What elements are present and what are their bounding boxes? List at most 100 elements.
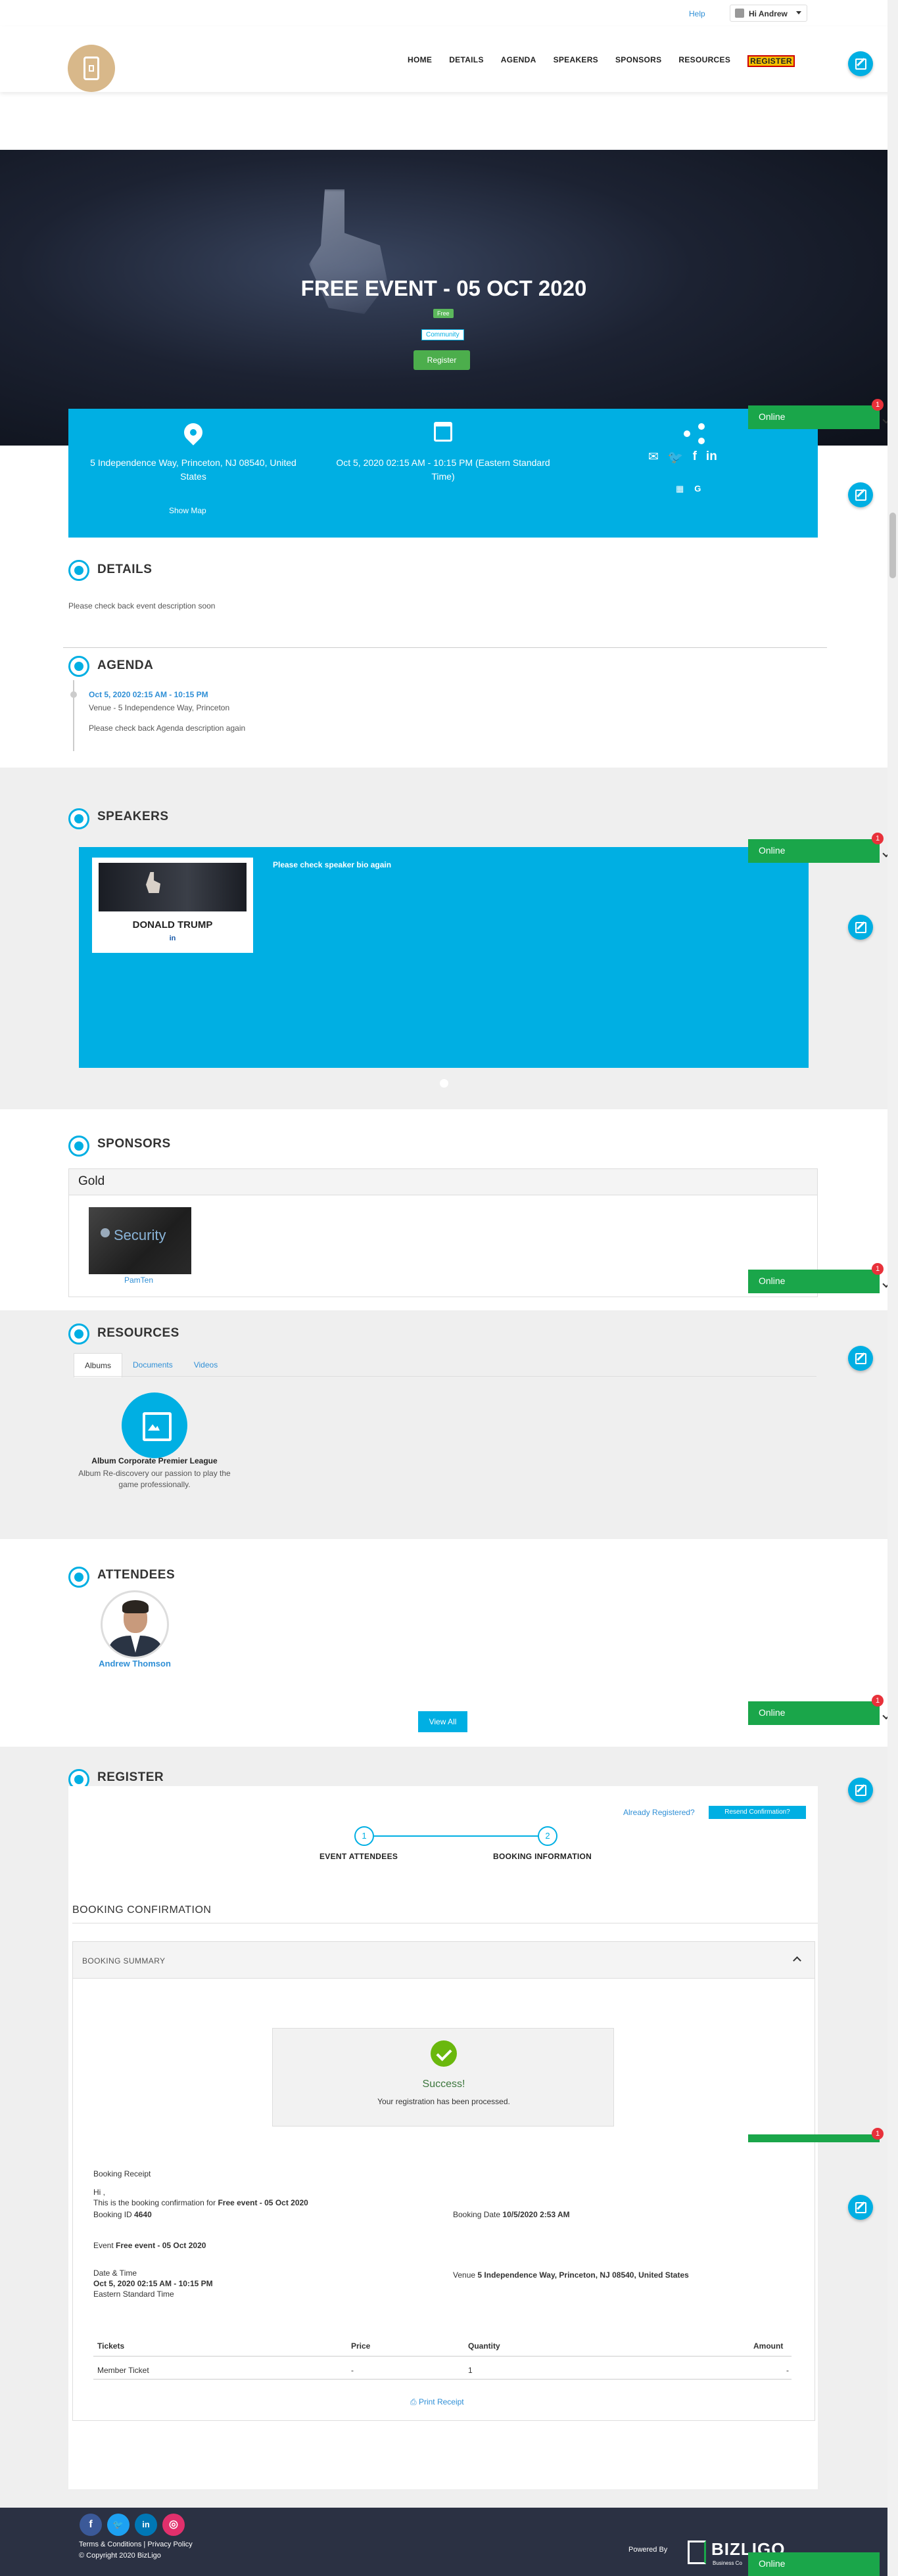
online-users-tab[interactable]: Online 1 (748, 399, 890, 429)
success-message-box: Success! Your registration has been proc… (272, 2028, 614, 2127)
online-users-tab[interactable]: Online (748, 2552, 880, 2576)
booking-id: Booking ID 4640 (93, 2210, 152, 2219)
instagram-icon[interactable]: ◎ (162, 2514, 185, 2536)
resend-confirmation-button[interactable]: Resend Confirmation? (709, 1806, 806, 1819)
success-message: Your registration has been processed. (377, 2097, 510, 2106)
receipt-greeting: Hi , (93, 2188, 105, 2197)
tab-albums[interactable]: Albums (74, 1353, 123, 1377)
twitter-icon[interactable]: 🐦 (107, 2514, 130, 2536)
speaker-card[interactable]: DONALD TRUMP in (92, 858, 253, 953)
tab-videos[interactable]: Videos (183, 1353, 228, 1377)
agenda-time: Oct 5, 2020 02:15 AM - 10:15 PM (89, 690, 208, 699)
sponsor-logo[interactable]: Security (89, 1207, 191, 1274)
album-description: Album Re-discovery our passion to play t… (78, 1469, 231, 1489)
chevron-up-icon[interactable] (793, 1956, 801, 1965)
show-map-link[interactable]: Show Map (169, 506, 206, 515)
edit-icon[interactable] (848, 51, 873, 76)
album-title[interactable]: Album Corporate Premier League (72, 1456, 237, 1465)
caret-down-icon (796, 11, 801, 14)
speakers-title: SPEAKERS (97, 810, 169, 823)
online-users-tab[interactable]: Online 1 (748, 1695, 890, 1725)
table-divider (93, 2379, 792, 2380)
table-header-amount: Amount (753, 2341, 784, 2351)
facebook-icon[interactable]: f (693, 449, 697, 465)
table-header-quantity: Quantity (468, 2341, 500, 2351)
album-image-icon[interactable] (122, 1392, 187, 1458)
edit-icon[interactable] (848, 1346, 873, 1371)
linkedin-icon[interactable]: in (706, 449, 717, 465)
table-cell-ticket: Member Ticket (97, 2366, 149, 2375)
resource-tabs: Albums Documents Videos (74, 1353, 228, 1377)
online-users-tab[interactable]: Online 1 (748, 833, 890, 863)
attendee-avatar[interactable] (101, 1590, 169, 1659)
register-title: REGISTER (97, 1770, 164, 1784)
top-bar: Help Hi Andrew (0, 0, 898, 26)
print-receipt-link[interactable]: ⎙ Print Receipt (410, 2397, 464, 2407)
notification-badge: 1 (872, 833, 884, 844)
speaker-bio: Please check speaker bio again (273, 860, 392, 869)
nav-register[interactable]: REGISTER (747, 55, 795, 67)
step-1-indicator[interactable]: 1 (354, 1826, 374, 1846)
hero-register-button[interactable]: Register (414, 350, 470, 370)
share-icon (682, 422, 706, 446)
booking-summary-label: BOOKING SUMMARY (82, 1956, 166, 1966)
confirm-prefix: This is the booking confirmation for (93, 2198, 216, 2207)
sponsor-image-text: Security (114, 1227, 166, 1243)
tab-divider (74, 1376, 816, 1377)
speaker-photo (99, 863, 247, 911)
edit-icon[interactable] (848, 482, 873, 507)
edit-icon[interactable] (848, 2195, 873, 2220)
twitter-icon[interactable]: 🐦 (668, 449, 684, 465)
google-calendar-link[interactable]: G (694, 484, 701, 494)
already-registered-link[interactable]: Already Registered? (623, 1808, 695, 1817)
user-menu[interactable]: Hi Andrew (730, 5, 807, 22)
table-cell-amount: - (786, 2366, 789, 2375)
resources-section-icon (68, 1323, 89, 1345)
nav-speakers[interactable]: SPEAKERS (554, 55, 598, 67)
sponsor-name[interactable]: PamTen (124, 1276, 153, 1285)
linkedin-icon[interactable]: in (92, 934, 253, 942)
online-users-tab[interactable]: 1 (748, 2128, 884, 2142)
timeline-dot (70, 691, 77, 698)
email-icon[interactable]: ✉ (648, 449, 659, 465)
online-users-tab[interactable]: Online 1 (748, 1263, 890, 1293)
edit-icon[interactable] (848, 1778, 873, 1803)
notification-badge: 1 (872, 399, 884, 411)
step-2-indicator[interactable]: 2 (538, 1826, 557, 1846)
nav-sponsors[interactable]: SPONSORS (615, 55, 661, 67)
add-calendar-icon[interactable]: ▦ (676, 484, 684, 494)
details-text: Please check back event description soon (68, 601, 216, 610)
calendar-icon (434, 422, 452, 442)
checkmark-icon (431, 2040, 457, 2067)
view-all-button[interactable]: View All (418, 1711, 467, 1732)
footer-links[interactable]: Terms & Conditions | Privacy Policy (79, 2541, 193, 2548)
booking-confirmation-title: BOOKING CONFIRMATION (72, 1904, 212, 1916)
booking-summary-header[interactable]: BOOKING SUMMARY (73, 1942, 815, 1979)
details-title: DETAILS (97, 563, 153, 576)
sponsors-title: SPONSORS (97, 1137, 171, 1151)
nav-home[interactable]: HOME (408, 55, 432, 67)
event-title: FREE EVENT - 05 OCT 2020 (300, 276, 587, 300)
site-logo[interactable] (68, 45, 115, 92)
linkedin-icon[interactable]: in (135, 2514, 157, 2536)
page-scrollbar[interactable] (887, 0, 898, 2576)
carousel-dot[interactable] (440, 1079, 448, 1088)
powered-by-label: Powered By (628, 2546, 668, 2554)
facebook-icon[interactable]: f (80, 2514, 102, 2536)
notification-badge: 1 (872, 1695, 884, 1707)
nav-agenda[interactable]: AGENDA (501, 55, 536, 67)
edit-icon[interactable] (848, 915, 873, 940)
receipt-confirmation-line: This is the booking confirmation for Fre… (93, 2198, 308, 2207)
help-link[interactable]: Help (689, 9, 705, 18)
nav-details[interactable]: DETAILS (449, 55, 484, 67)
event-value: Free event - 05 Oct 2020 (116, 2241, 206, 2250)
online-label: Online (759, 2558, 786, 2569)
resources-title: RESOURCES (97, 1326, 179, 1340)
timezone: Eastern Standard Time (93, 2289, 174, 2299)
tab-documents[interactable]: Documents (122, 1353, 183, 1377)
nav-resources[interactable]: RESOURCES (678, 55, 730, 67)
agenda-venue: Venue - 5 Independence Way, Princeton (89, 703, 230, 712)
attendee-name[interactable]: Andrew Thomson (69, 1659, 201, 1668)
online-label: Online (759, 411, 786, 422)
scrollbar-thumb[interactable] (889, 513, 896, 578)
